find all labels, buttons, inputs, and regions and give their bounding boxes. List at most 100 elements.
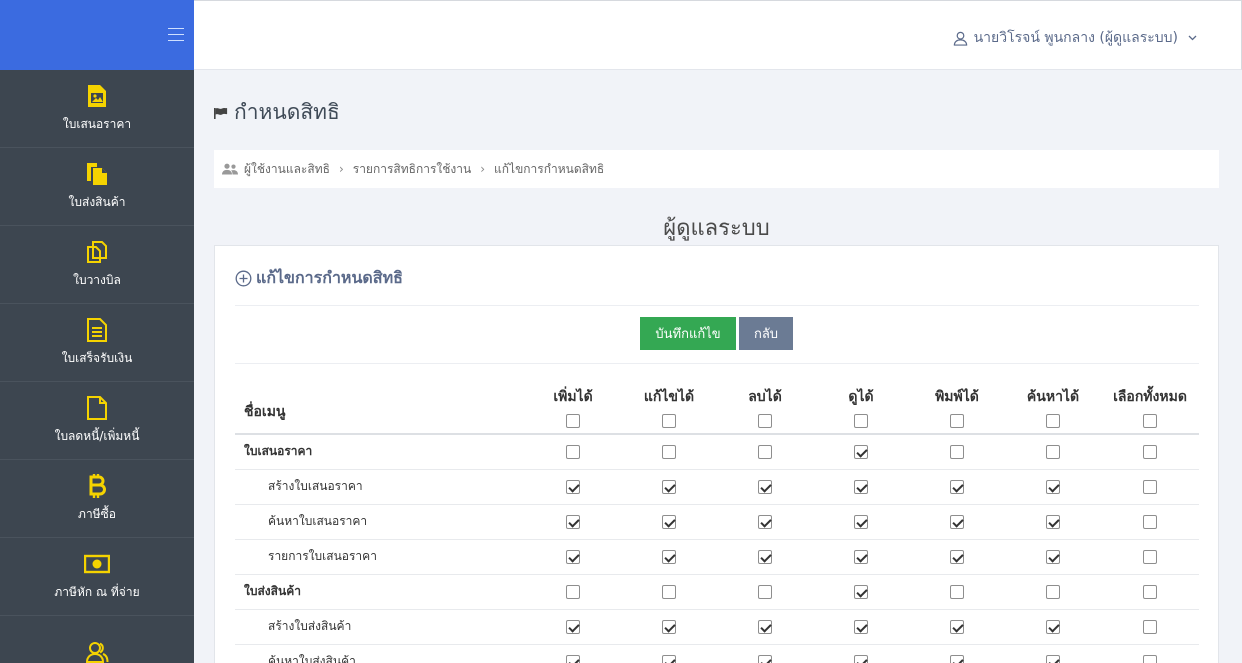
permission-checkbox[interactable] — [566, 549, 580, 564]
sidebar-item[interactable]: ใบวางบิล — [0, 226, 194, 304]
permission-cell — [717, 644, 813, 663]
permission-checkbox[interactable] — [662, 514, 676, 529]
permission-checkbox[interactable] — [758, 619, 772, 634]
permission-checkbox[interactable] — [1143, 479, 1157, 494]
permission-checkbox[interactable] — [1046, 514, 1060, 529]
permission-cell — [525, 434, 621, 470]
permission-checkbox[interactable] — [1046, 445, 1060, 459]
permission-cell — [909, 469, 1005, 505]
breadcrumb-separator: › — [480, 162, 486, 176]
table-row: สร้างใบเสนอราคา — [235, 469, 1199, 505]
permission-checkbox[interactable] — [1046, 479, 1060, 494]
column-select-all-checkbox[interactable] — [758, 414, 772, 428]
permission-checkbox[interactable] — [1143, 584, 1157, 599]
sidebar-item-label: ภาษีหัก ณ ที่จ่าย — [54, 585, 140, 599]
permission-checkbox[interactable] — [1046, 549, 1060, 564]
sidebar-item[interactable]: ภาษีซื้อ — [0, 460, 194, 538]
permission-checkbox[interactable] — [854, 584, 868, 599]
permission-cell — [813, 539, 909, 575]
permission-checkbox[interactable] — [950, 654, 964, 663]
column-select-all-checkbox[interactable] — [854, 414, 868, 428]
sidebar-item[interactable]: ภาษีหัก ณ ที่จ่าย — [0, 538, 194, 616]
sidebar-item[interactable]: ใบลดหนี้/เพิ่มหนี้ — [0, 382, 194, 460]
flag-icon — [214, 107, 228, 119]
permission-checkbox[interactable] — [566, 619, 580, 634]
hamburger-menu-icon[interactable] — [168, 28, 184, 41]
permission-cell — [813, 574, 909, 610]
permission-cell — [1101, 434, 1199, 470]
permission-checkbox[interactable] — [854, 619, 868, 634]
column-select-all-checkbox[interactable] — [662, 414, 676, 428]
permission-checkbox[interactable] — [662, 584, 676, 599]
sidebar-item-label: ใบลดหนี้/เพิ่มหนี้ — [54, 429, 140, 443]
permission-checkbox[interactable] — [1143, 445, 1157, 459]
permission-checkbox[interactable] — [854, 479, 868, 494]
back-button[interactable]: กลับ — [739, 317, 793, 350]
permission-checkbox[interactable] — [1046, 584, 1060, 599]
sidebar-item[interactable]: ใบส่งสินค้า — [0, 148, 194, 226]
permission-checkbox[interactable] — [854, 549, 868, 564]
permission-checkbox[interactable] — [566, 584, 580, 599]
breadcrumb-rights-list[interactable]: รายการสิทธิการใช้งาน — [353, 160, 471, 179]
permission-cell — [717, 434, 813, 470]
breadcrumb-current: แก้ไขการกำหนดสิทธิ — [494, 161, 605, 176]
permission-checkbox[interactable] — [758, 549, 772, 564]
permission-checkbox[interactable] — [950, 445, 964, 459]
action-buttons: บันทึกแก้ไข กลับ — [640, 317, 793, 350]
user-menu[interactable]: นายวิโรจน์ พูนกลาง (ผู้ดูแลระบบ) — [953, 27, 1203, 49]
plus-circle-icon — [235, 270, 252, 287]
permission-checkbox[interactable] — [758, 479, 772, 494]
menu-name: สร้างใบเสนอราคา — [235, 469, 525, 505]
column-select-all-checkbox[interactable] — [1046, 414, 1060, 428]
permission-checkbox[interactable] — [854, 445, 868, 459]
save-button[interactable]: บันทึกแก้ไข — [640, 317, 736, 350]
sidebar-item[interactable]: ใบเสร็จรับเงิน — [0, 304, 194, 382]
permission-checkbox[interactable] — [662, 445, 676, 459]
permission-checkbox[interactable] — [566, 479, 580, 494]
permission-checkbox[interactable] — [662, 654, 676, 663]
breadcrumb-users-rights[interactable]: ผู้ใช้งานและสิทธิ — [244, 160, 330, 179]
permission-cell — [621, 469, 717, 505]
permission-checkbox[interactable] — [950, 549, 964, 564]
sidebar-nav: ใบเสนอราคาใบส่งสินค้าใบวางบิลใบเสร็จรับเ… — [0, 70, 194, 663]
permission-cell — [717, 469, 813, 505]
permission-checkbox[interactable] — [950, 584, 964, 599]
permission-checkbox[interactable] — [950, 479, 964, 494]
permission-checkbox[interactable] — [1143, 549, 1157, 564]
permission-checkbox[interactable] — [1046, 654, 1060, 663]
sidebar-item-label: ใบเสนอราคา — [62, 117, 132, 131]
permission-checkbox[interactable] — [758, 654, 772, 663]
permission-checkbox[interactable] — [566, 654, 580, 663]
permission-checkbox[interactable] — [854, 654, 868, 663]
permission-checkbox[interactable] — [950, 619, 964, 634]
permission-checkbox[interactable] — [662, 619, 676, 634]
user-icon — [953, 31, 967, 46]
permission-cell — [621, 504, 717, 540]
column-select-all-checkbox[interactable] — [950, 414, 964, 428]
permission-cell — [525, 539, 621, 575]
menu-name: ใบเสนอราคา — [235, 434, 525, 470]
permission-checkbox[interactable] — [758, 514, 772, 529]
permission-checkbox[interactable] — [1143, 514, 1157, 529]
permission-cell — [1005, 504, 1101, 540]
permission-checkbox[interactable] — [854, 514, 868, 529]
user-name: นายวิโรจน์ พูนกลาง (ผู้ดูแลระบบ) — [973, 30, 1178, 46]
permission-cell — [909, 504, 1005, 540]
sidebar-item-label: ใบวางบิล — [73, 273, 121, 287]
permission-checkbox[interactable] — [662, 479, 676, 494]
permission-checkbox[interactable] — [1143, 654, 1157, 663]
permission-checkbox[interactable] — [950, 514, 964, 529]
sidebar-item[interactable]: ใบเสนอราคา — [0, 70, 194, 148]
sidebar-item[interactable] — [0, 616, 194, 663]
permission-checkbox[interactable] — [566, 445, 580, 459]
permission-checkbox[interactable] — [758, 584, 772, 599]
permission-checkbox[interactable] — [566, 514, 580, 529]
permission-checkbox[interactable] — [1143, 619, 1157, 634]
permission-checkbox[interactable] — [758, 445, 772, 459]
column-select-all-checkbox[interactable] — [1143, 414, 1157, 428]
permission-cell — [525, 469, 621, 505]
column-select-all-checkbox[interactable] — [566, 414, 580, 428]
permission-cell — [1101, 574, 1199, 610]
permission-checkbox[interactable] — [662, 549, 676, 564]
permission-checkbox[interactable] — [1046, 619, 1060, 634]
